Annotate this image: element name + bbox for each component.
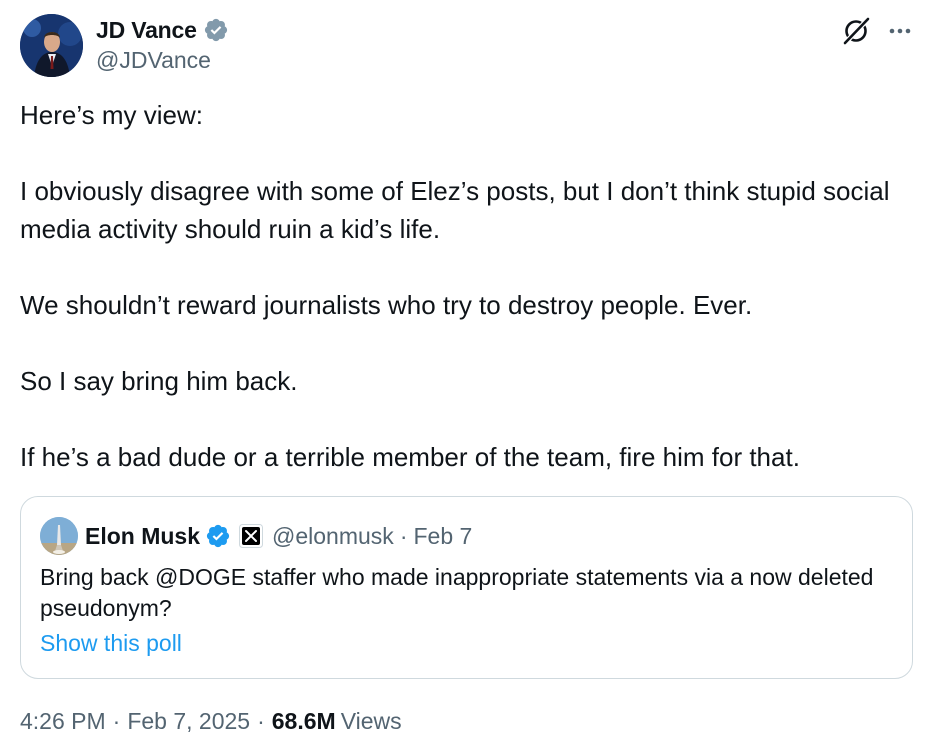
quoted-tweet-card[interactable]: Elon Musk @elonmusk · Feb 7 Bring back @… (20, 496, 913, 679)
author-avatar[interactable] (20, 14, 83, 77)
quoted-author-name[interactable]: Elon Musk (85, 523, 200, 550)
separator-dot: · (399, 522, 408, 549)
tweet-date[interactable]: Feb 7, 2025 (127, 708, 250, 735)
quoted-author-handle[interactable]: @elonmusk (272, 523, 394, 550)
author-display-name[interactable]: JD Vance (96, 17, 197, 44)
quoted-author-avatar[interactable] (40, 517, 78, 555)
tweet-paragraph: Here’s my view: (20, 100, 204, 130)
grok-icon[interactable] (841, 16, 871, 46)
tweet-paragraph: I obviously disagree with some of Elez’s… (20, 176, 890, 244)
views-label: Views (340, 708, 402, 734)
more-options-icon[interactable] (885, 16, 915, 46)
verified-badge-icon[interactable] (203, 17, 229, 43)
quoted-tweet-date[interactable]: Feb 7 (413, 523, 472, 550)
separator-dot: · (112, 708, 121, 734)
tweet-paragraph: If he’s a bad dude or a terrible member … (20, 442, 800, 472)
tweet-paragraph: So I say bring him back. (20, 366, 298, 396)
separator-dot: · (257, 708, 265, 734)
show-poll-link[interactable]: Show this poll (40, 630, 182, 657)
quoted-tweet-text: Bring back @DOGE staffer who made inappr… (40, 564, 874, 621)
views-count[interactable]: 68.6M (272, 708, 336, 735)
tweet-paragraph: We shouldn’t reward journalists who try … (20, 290, 753, 320)
author-handle[interactable]: @JDVance (96, 47, 229, 74)
tweet-time[interactable]: 4:26 PM (20, 708, 106, 735)
x-affiliation-icon[interactable] (239, 524, 264, 548)
quoted-tweet-header: Elon Musk @elonmusk · Feb 7 (40, 517, 472, 555)
verified-badge-icon[interactable] (205, 523, 231, 549)
author-name-block: JD Vance @JDVance (96, 15, 229, 74)
tweet-metadata: 4:26 PM · Feb 7, 2025 · 68.6M Views (20, 708, 402, 735)
tweet-text: Here’s my view: I obviously disagree wit… (20, 96, 900, 476)
tweet-header: JD Vance @JDVance (20, 14, 915, 78)
author-name-row: JD Vance (96, 15, 229, 45)
